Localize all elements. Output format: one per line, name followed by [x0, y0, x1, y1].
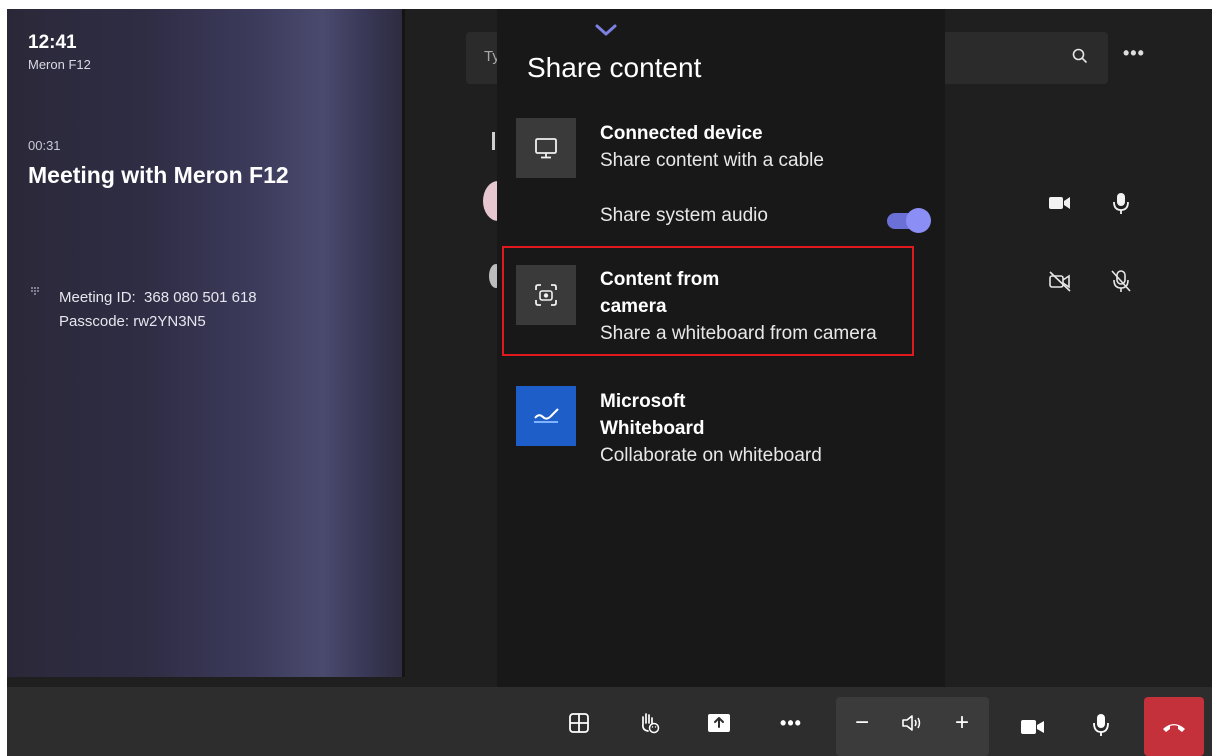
share-option-subtitle: Share a whiteboard from camera: [600, 323, 877, 344]
list-marker: [492, 132, 495, 150]
device-name: Meron F12: [28, 57, 91, 72]
panel-divider: [402, 9, 405, 677]
chevron-down-icon[interactable]: [594, 23, 618, 37]
video-on-icon[interactable]: [1047, 190, 1073, 216]
hang-up-icon: [1163, 723, 1185, 732]
layout-button[interactable]: [561, 705, 597, 741]
meeting-id: Meeting ID: 368 080 501 618: [59, 289, 257, 306]
reactions-button[interactable]: [631, 705, 667, 741]
toggle-knob: [906, 208, 931, 233]
share-content-panel: Share content Connected device Share con…: [497, 9, 945, 696]
raise-hand-icon: [642, 713, 660, 734]
whiteboard-icon: [534, 408, 559, 423]
volume-control: − +: [836, 697, 989, 756]
meeting-timer: 00:31: [28, 138, 61, 153]
camera-button[interactable]: [1015, 709, 1051, 745]
share-button[interactable]: [701, 705, 737, 741]
share-system-audio-label: Share system audio: [600, 205, 768, 226]
more-actions-button[interactable]: •••: [773, 705, 809, 741]
teams-room-screen: 12:41 Meron F12 00:31 Meeting with Meron…: [7, 9, 1212, 756]
meeting-passcode: Passcode: rw2YN3N5: [59, 313, 206, 330]
search-icon[interactable]: [1071, 47, 1089, 65]
volume-up-button[interactable]: +: [944, 705, 980, 741]
camera-capture-icon: [535, 284, 557, 306]
meeting-info-panel: 12:41 Meron F12 00:31 Meeting with Meron…: [7, 9, 402, 677]
volume-button[interactable]: [894, 705, 930, 741]
microphone-icon: [1093, 714, 1109, 736]
share-option-subtitle: Share content with a cable: [600, 150, 824, 171]
more-options-icon[interactable]: •••: [1123, 43, 1145, 64]
share-option-subtitle: Collaborate on whiteboard: [600, 445, 822, 466]
share-option-title: Content from camera: [600, 269, 720, 317]
video-camera-icon: [1021, 720, 1044, 734]
share-content-title: Share content: [527, 52, 702, 83]
tile: [516, 265, 576, 325]
hang-up-button[interactable]: [1144, 697, 1204, 756]
meeting-title: Meeting with Meron F12: [28, 162, 289, 188]
share-tray-icon: [708, 714, 730, 732]
speaker-icon: [902, 715, 921, 731]
share-option-title: Microsoft Whiteboard: [600, 391, 705, 439]
clock: 12:41: [28, 32, 77, 53]
tile: [516, 386, 576, 446]
dialpad-icon: [31, 287, 39, 295]
volume-down-button[interactable]: −: [844, 705, 880, 741]
tile: [516, 118, 576, 178]
layout-grid-icon: [569, 713, 589, 733]
video-off-icon[interactable]: [1047, 268, 1073, 294]
microphone-muted-icon[interactable]: [1108, 268, 1134, 294]
meeting-toolbar: ••• − +: [7, 687, 1212, 756]
monitor-icon: [535, 138, 557, 159]
microphone-button[interactable]: [1083, 707, 1119, 743]
share-system-audio-toggle[interactable]: [887, 208, 931, 233]
microphone-icon[interactable]: [1108, 190, 1134, 216]
share-option-title: Connected device: [600, 123, 763, 144]
